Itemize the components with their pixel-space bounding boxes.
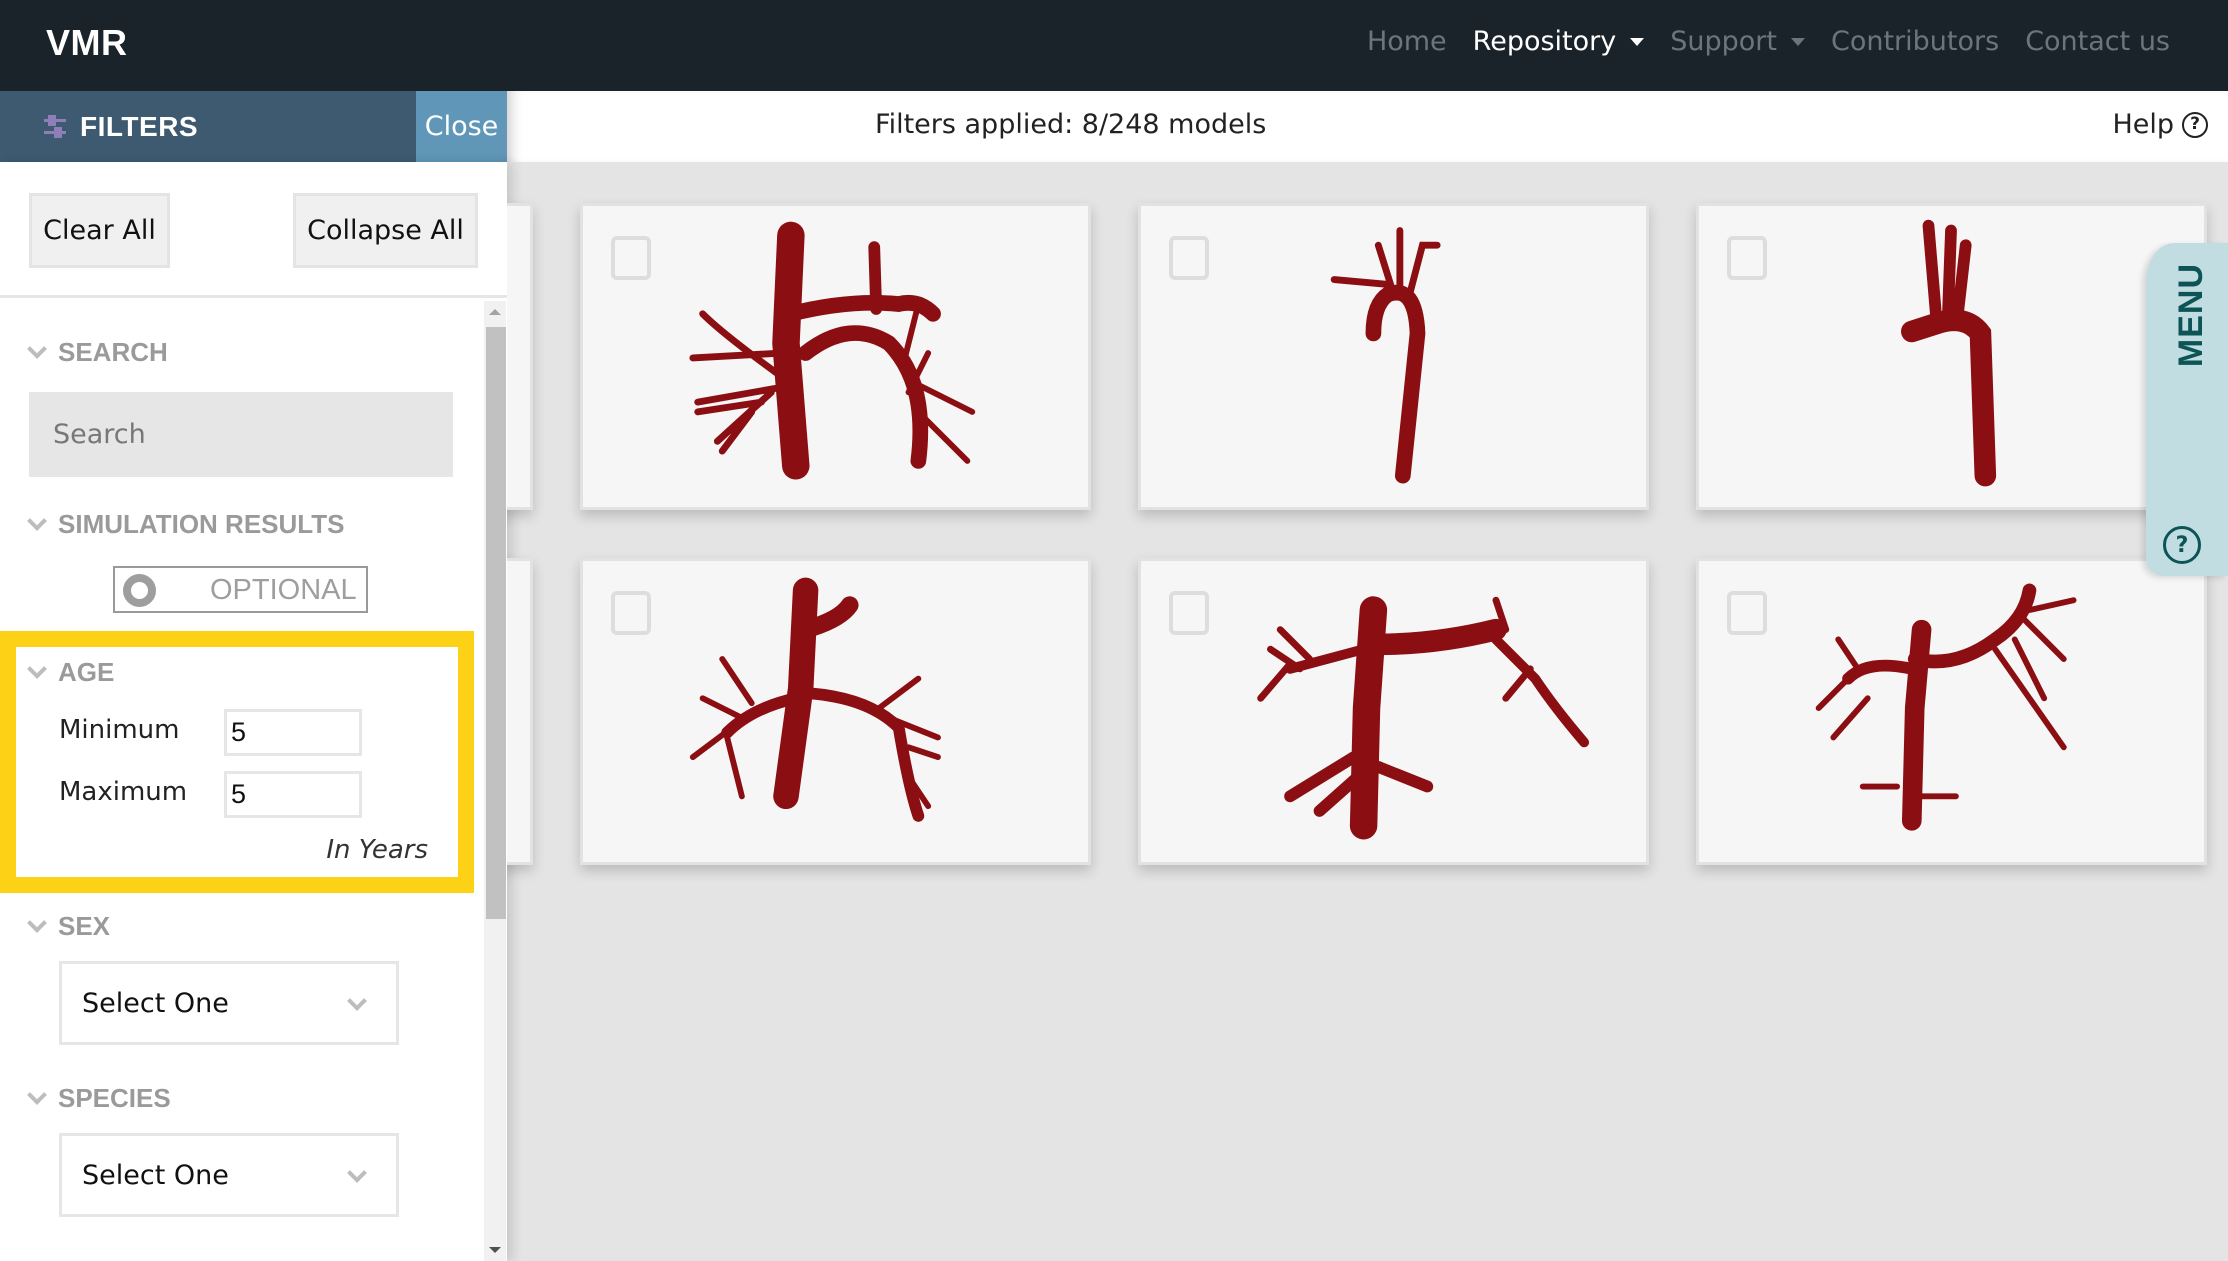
search-input[interactable] bbox=[29, 392, 453, 477]
section-age-title: AGE bbox=[58, 657, 115, 687]
model-card[interactable] bbox=[580, 558, 1091, 865]
nav-contributors[interactable]: Contributors bbox=[1831, 26, 1999, 57]
vessel-model-image bbox=[1815, 583, 2077, 831]
vessel-model-image bbox=[1257, 596, 1590, 840]
chevron-down-icon bbox=[27, 338, 47, 359]
scrollbar-thumb[interactable] bbox=[486, 327, 506, 919]
scroll-up-arrow-icon[interactable] bbox=[489, 309, 501, 315]
vessel-model-image bbox=[1901, 219, 1997, 487]
chevron-down-icon bbox=[27, 510, 47, 531]
sex-select-value: Select One bbox=[82, 987, 229, 1019]
chevron-down-icon bbox=[27, 1084, 47, 1105]
models-grid bbox=[507, 162, 2228, 1261]
brand-logo[interactable]: VMR bbox=[46, 22, 128, 64]
model-card[interactable] bbox=[1696, 558, 2207, 865]
nav-repository[interactable]: Repository bbox=[1473, 26, 1645, 57]
nav-home[interactable]: Home bbox=[1367, 26, 1447, 57]
chevron-down-icon bbox=[27, 658, 47, 679]
scroll-down-arrow-icon[interactable] bbox=[489, 1247, 501, 1253]
age-max-input[interactable] bbox=[224, 771, 362, 818]
species-select[interactable]: Select One bbox=[59, 1133, 399, 1217]
sidebar-scrollbar[interactable] bbox=[484, 301, 506, 1261]
vessel-model-image bbox=[689, 577, 941, 822]
nav-home-label: Home bbox=[1366, 26, 1447, 57]
model-card[interactable] bbox=[1138, 203, 1649, 510]
caret-down-icon bbox=[1630, 37, 1645, 46]
section-species-title: SPECIES bbox=[58, 1083, 171, 1113]
chevron-down-icon bbox=[27, 912, 47, 933]
age-min-input[interactable] bbox=[224, 709, 362, 756]
model-card-partial[interactable] bbox=[507, 558, 533, 865]
close-filters-button[interactable]: Close bbox=[416, 91, 507, 162]
age-filter-section: AGE Minimum Maximum In Years bbox=[0, 631, 474, 893]
question-circle-icon: ? bbox=[2182, 111, 2208, 138]
question-circle-icon[interactable]: ? bbox=[2163, 526, 2201, 564]
sex-select[interactable]: Select One bbox=[59, 961, 399, 1045]
vessel-model-image bbox=[689, 221, 976, 480]
nav-contact-us[interactable]: Contact us bbox=[2025, 26, 2170, 57]
top-navbar: VMR Home Repository Support Contributors… bbox=[0, 0, 2228, 91]
age-min-label: Minimum bbox=[59, 715, 180, 745]
help-label: Help bbox=[2112, 109, 2174, 140]
model-card[interactable] bbox=[1138, 558, 1649, 865]
section-search-toggle[interactable]: SEARCH bbox=[27, 337, 168, 368]
clear-all-button[interactable]: Clear All bbox=[29, 193, 170, 268]
help-link[interactable]: Help ? bbox=[2112, 109, 2208, 140]
section-simulation-toggle[interactable]: SIMULATION RESULTS bbox=[27, 509, 345, 540]
filters-header: FILTERS bbox=[0, 91, 416, 162]
section-search-title: SEARCH bbox=[58, 337, 168, 367]
nav-contact-label: Contact us bbox=[2025, 26, 2170, 57]
section-age-toggle[interactable]: AGE bbox=[27, 657, 115, 688]
age-unit-note: In Years bbox=[326, 835, 428, 865]
nav-repository-label: Repository bbox=[1472, 26, 1617, 57]
model-card[interactable] bbox=[580, 203, 1091, 510]
status-bar: Filters applied: 8/248 models Help ? bbox=[507, 91, 2228, 162]
toggle-label: OPTIONAL bbox=[210, 574, 357, 606]
filters-sidebar: Clear All Collapse All SEARCH SIMULATION… bbox=[0, 162, 507, 1261]
age-max-label: Maximum bbox=[59, 777, 188, 807]
caret-down-icon bbox=[1790, 37, 1805, 46]
toggle-knob bbox=[123, 574, 156, 607]
section-sex-toggle[interactable]: SEX bbox=[27, 911, 111, 942]
main-nav: Home Repository Support Contributors Con… bbox=[1367, 26, 2170, 57]
sliders-icon bbox=[42, 114, 68, 140]
nav-contributors-label: Contributors bbox=[1830, 26, 2000, 57]
filter-actions: Clear All Collapse All bbox=[0, 162, 507, 298]
nav-support-label: Support bbox=[1670, 26, 1777, 57]
nav-support[interactable]: Support bbox=[1670, 26, 1805, 57]
section-sex-title: SEX bbox=[58, 911, 111, 941]
vessel-model-image bbox=[1330, 227, 1441, 484]
filters-applied-status: Filters applied: 8/248 models bbox=[875, 109, 1267, 140]
menu-tab-label: MENU bbox=[2172, 263, 2210, 368]
model-card-partial[interactable] bbox=[507, 203, 533, 510]
simulation-results-toggle[interactable]: OPTIONAL bbox=[113, 566, 368, 613]
chevron-down-icon bbox=[347, 1163, 367, 1183]
filters-title: FILTERS bbox=[80, 110, 199, 142]
section-species-toggle[interactable]: SPECIES bbox=[27, 1083, 171, 1114]
filters-scroll-area: SEARCH SIMULATION RESULTS OPTIONAL AGE M… bbox=[0, 301, 485, 1261]
menu-tab[interactable]: MENU ? bbox=[2146, 243, 2228, 576]
section-simulation-title: SIMULATION RESULTS bbox=[58, 509, 345, 539]
model-card[interactable] bbox=[1696, 203, 2207, 510]
species-select-value: Select One bbox=[82, 1159, 229, 1191]
collapse-all-button[interactable]: Collapse All bbox=[293, 193, 478, 268]
chevron-down-icon bbox=[347, 991, 367, 1011]
